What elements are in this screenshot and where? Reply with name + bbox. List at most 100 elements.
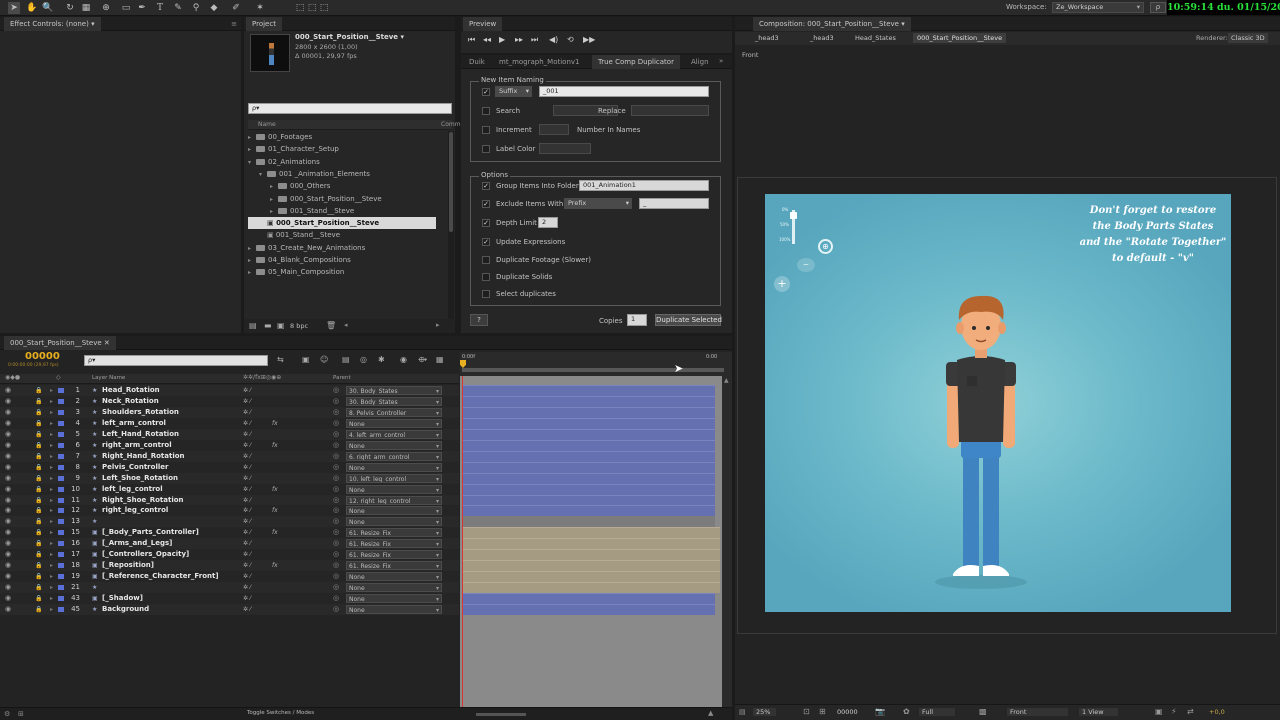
first-frame-icon[interactable]: ⏮ (468, 35, 475, 45)
layer-name[interactable]: right_leg_control (102, 505, 242, 516)
layer-name[interactable]: [_Arms_and_Legs] (102, 538, 242, 549)
expand-triangle-icon[interactable]: ▸ (248, 255, 256, 267)
lock-icon[interactable]: 🔒 (35, 385, 42, 396)
lock-icon[interactable]: 🔒 (35, 429, 42, 440)
layer-switches[interactable]: ✲ ⁄ (243, 516, 251, 527)
eraser-tool-icon[interactable]: ◆ (208, 2, 220, 14)
visibility-eye-icon[interactable]: ◉ (5, 451, 11, 462)
project-tree-item[interactable]: ▸ 000_Others (248, 180, 330, 192)
layer-name[interactable]: Head_Rotation (102, 385, 242, 396)
layer-switches[interactable]: ✲ ⁄ (243, 538, 251, 549)
visibility-eye-icon[interactable]: ◉ (5, 462, 11, 473)
layer-row[interactable]: ◉ 🔒 ▸ 13 ★ ✲ ⁄ ◎ None (0, 516, 459, 528)
visibility-eye-icon[interactable]: ◉ (5, 538, 11, 549)
new-comp-icon[interactable]: ▣ (277, 321, 285, 330)
fx-icon[interactable]: fx (272, 560, 278, 571)
layer-row[interactable]: ◉ 🔒 ▸ 17 ▣ [_Controllers_Opacity] ✲ ⁄ ◎ 61. Res… (0, 549, 459, 561)
label-color-swatch[interactable] (58, 552, 64, 558)
parent-select[interactable]: None (346, 484, 442, 494)
project-tree-item[interactable]: ▸ 001_Stand__Steve (248, 205, 354, 217)
tab-timeline-comp[interactable]: 000_Start_Position__Steve ✕ (4, 336, 116, 350)
increment-checkbox[interactable] (482, 126, 490, 134)
depth-limit-input[interactable]: 2 (538, 217, 558, 228)
label-color-swatch[interactable] (58, 409, 64, 415)
interpret-footage-icon[interactable]: ▤ (249, 321, 257, 330)
breadcrumb-item[interactable]: Head_States (855, 34, 896, 42)
pick-whip-icon[interactable]: ◎ (333, 495, 339, 506)
expand-triangle-icon[interactable]: ▸ (248, 144, 256, 156)
project-tree-item[interactable]: ▾ 001 _Animation_Elements (248, 168, 370, 180)
parent-select[interactable]: None (346, 506, 442, 516)
lock-icon[interactable]: 🔒 (35, 549, 42, 560)
pick-whip-icon[interactable]: ◎ (333, 484, 339, 495)
layer-duration-bar[interactable] (463, 461, 715, 473)
snapshot-icon[interactable]: 📷 (875, 707, 885, 716)
label-color-swatch[interactable] (58, 431, 64, 437)
lock-icon[interactable]: 🔒 (35, 462, 42, 473)
parent-select[interactable]: 61. Resize_Fix (346, 561, 442, 571)
ram-preview-icon[interactable]: ▶▶ (583, 35, 595, 44)
puppet-tool-icon[interactable]: ✶ (254, 2, 266, 14)
twirl-triangle-icon[interactable]: ▸ (50, 571, 53, 582)
parent-select[interactable]: 4. left_arm_control (346, 429, 442, 439)
breadcrumb-item[interactable]: _head3 (810, 34, 834, 42)
parent-select[interactable]: 12. right_leg_control (346, 495, 442, 505)
layer-switches[interactable]: ✲ ⁄ (243, 495, 251, 506)
pick-whip-icon[interactable]: ◎ (333, 560, 339, 571)
parent-select[interactable]: 6. right_arm_control (346, 451, 442, 461)
layer-name[interactable]: [_Body_Parts_Controller] (102, 527, 242, 538)
work-area-bar[interactable] (462, 368, 724, 372)
pick-whip-icon[interactable]: ◎ (333, 451, 339, 462)
layer-row[interactable]: ◉ 🔒 ▸ 1 ★ Head_Rotation ✲ ⁄ ◎ 30. Body_States (0, 385, 459, 396)
layer-duration-bar[interactable] (463, 494, 715, 506)
parent-select[interactable]: None (346, 418, 442, 428)
timeline-link-icon[interactable]: ⇄ (1187, 707, 1194, 716)
lock-icon[interactable]: 🔒 (35, 495, 42, 506)
audio-icon[interactable]: ◀) (549, 35, 558, 44)
lock-icon[interactable]: 🔒 (35, 407, 42, 418)
fx-icon[interactable]: fx (272, 505, 278, 516)
hand-tool-icon[interactable]: ✋ (26, 2, 38, 14)
layer-switches[interactable]: ✲ ⁄ (243, 396, 251, 407)
rotate-tool-icon[interactable]: ↻ (64, 2, 76, 14)
twirl-triangle-icon[interactable]: ▸ (50, 593, 53, 604)
layer-row[interactable]: ◉ 🔒 ▸ 19 ▣ [_Reference_Character_Front] ✲ ⁄ ◎ N… (0, 571, 459, 583)
parent-select[interactable]: None (346, 605, 442, 614)
brush-tool-icon[interactable]: ✎ (172, 2, 184, 14)
zoom-select[interactable]: 25% (753, 708, 777, 716)
visibility-eye-icon[interactable]: ◉ (5, 440, 11, 451)
layer-switches[interactable]: ✲ ⁄ (243, 407, 251, 418)
expand-triangle-icon[interactable]: ▾ (248, 157, 256, 169)
breadcrumb-item-current[interactable]: 000_Start_Position__Steve (913, 33, 1007, 43)
tab-project[interactable]: Project (246, 17, 282, 31)
pick-whip-icon[interactable]: ◎ (333, 516, 339, 527)
column-parent[interactable]: Parent (333, 375, 351, 381)
pick-whip-icon[interactable]: ◎ (333, 527, 339, 538)
layer-duration-bar[interactable] (463, 439, 715, 451)
layer-duration-bar[interactable] (463, 483, 715, 495)
layer-switches[interactable]: ✲ ⁄ (243, 549, 251, 560)
parent-select[interactable]: 61. Resize_Fix (346, 539, 442, 549)
expand-triangle-icon[interactable]: ▾ (259, 169, 267, 181)
exclude-items-checkbox[interactable]: ✓ (482, 200, 490, 208)
pick-whip-icon[interactable]: ◎ (333, 505, 339, 516)
twirl-triangle-icon[interactable]: ▸ (50, 418, 53, 429)
layer-row[interactable]: ◉ 🔒 ▸ 43 ▣ [_Shadow] ✲ ⁄ ◎ None (0, 593, 459, 605)
exclude-value-input[interactable]: _ (639, 198, 709, 209)
layer-row[interactable]: ◉ 🔒 ▸ 16 ▣ [_Arms_and_Legs] ✲ ⁄ ◎ 61. Resize_Fi… (0, 538, 459, 550)
expand-triangle-icon[interactable]: ▸ (270, 206, 278, 218)
layer-row[interactable]: ◉ 🔒 ▸ 2 ★ Neck_Rotation ✲ ⁄ ◎ 30. Body_States (0, 395, 459, 407)
visibility-eye-icon[interactable]: ◉ (5, 604, 11, 615)
lock-icon[interactable]: 🔒 (35, 440, 42, 451)
playhead-marker[interactable] (460, 360, 466, 368)
duplicate-selected-button[interactable]: Duplicate Selected (655, 314, 722, 326)
parent-select[interactable]: None (346, 594, 442, 604)
lock-icon[interactable]: 🔒 (35, 571, 42, 582)
type-tool-icon[interactable]: T (154, 2, 166, 14)
project-scrollbar[interactable] (448, 131, 454, 321)
layer-duration-bar[interactable] (463, 527, 720, 539)
visibility-eye-icon[interactable]: ◉ (5, 560, 11, 571)
tab-true-comp-duplicator[interactable]: True Comp Duplicator (592, 55, 680, 69)
twirl-triangle-icon[interactable]: ▸ (50, 495, 53, 506)
visibility-eye-icon[interactable]: ◉ (5, 549, 11, 560)
